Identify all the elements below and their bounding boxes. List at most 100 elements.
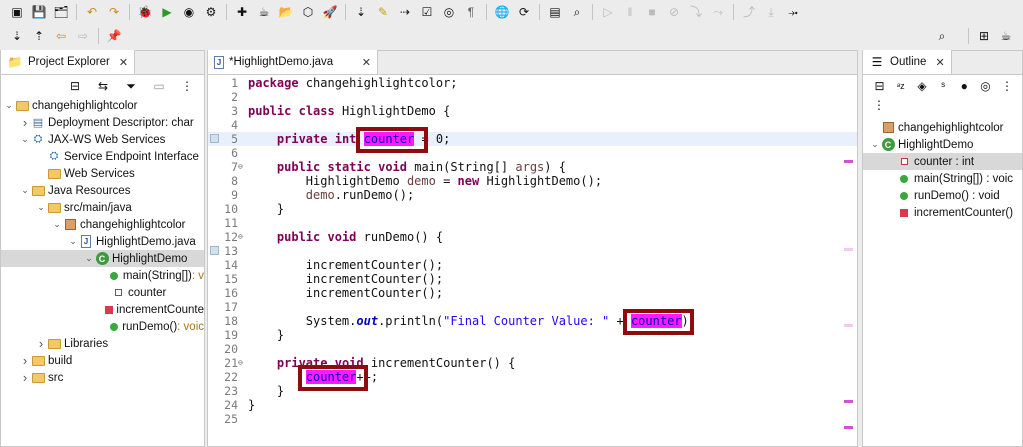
open-folder-icon[interactable]: 📂 [278, 4, 294, 20]
code-line[interactable]: 5 private int counter = 0; [208, 132, 857, 146]
code-line[interactable]: 7 ⊖ public static void main(String[] args… [208, 160, 857, 174]
code-line[interactable]: 19 } [208, 328, 857, 342]
tab-outline[interactable]: ☰ Outline ✕ [863, 50, 952, 74]
tree-item[interactable]: incrementCounter() [863, 204, 1022, 221]
toggle-breakpoint-icon[interactable]: ◎ [441, 4, 457, 20]
tree-item[interactable]: › build [1, 352, 204, 369]
view-menu-icon[interactable]: ⋮ [1001, 78, 1013, 94]
code-line[interactable]: 25 [208, 412, 857, 426]
tree-item[interactable]: incrementCounte [1, 301, 204, 318]
paragraph-icon[interactable]: ¶ [463, 4, 479, 20]
code-line[interactable]: 15 incrementCounter(); [208, 272, 857, 286]
code-line[interactable]: 16 incrementCounter(); [208, 286, 857, 300]
search-icon[interactable]: ⌕ [934, 28, 950, 44]
chevron-down-icon[interactable]: ⌄ [35, 202, 47, 213]
tree-item[interactable]: ⛭ Service Endpoint Interface [1, 148, 204, 165]
java-ee-perspective-icon[interactable]: ☕ [998, 28, 1014, 44]
close-icon[interactable]: ✕ [935, 56, 944, 69]
tree-item[interactable]: counter [1, 284, 204, 301]
code-line[interactable]: 18 System.out.println("Final Counter Val… [208, 314, 857, 328]
open-type-icon[interactable]: ⬡ [300, 4, 316, 20]
undo-icon[interactable]: ↶ [84, 4, 100, 20]
fold-toggle-icon[interactable]: ⊖ [238, 230, 246, 244]
step-into-icon[interactable]: ⤵ [688, 4, 704, 20]
code-line[interactable]: 9 demo.runDemo(); [208, 188, 857, 202]
tree-item[interactable]: ⌄ C HighlightDemo [863, 136, 1022, 153]
occurrence-marker[interactable] [844, 400, 853, 403]
chevron-down-icon[interactable]: ⌄ [869, 139, 881, 150]
forward-icon[interactable]: ⇨ [75, 28, 91, 44]
occurrence-marker[interactable] [844, 248, 853, 251]
step-icon[interactable]: ⇢ [397, 4, 413, 20]
pin-editor-icon[interactable]: 📌 [106, 28, 122, 44]
chevron-right-icon[interactable]: › [19, 370, 31, 385]
hide-local-types-icon[interactable]: ◎ [980, 78, 991, 94]
redo-icon[interactable]: ↷ [106, 4, 122, 20]
tree-item[interactable]: › src [1, 369, 204, 386]
highlighter-icon[interactable]: ✎ [375, 4, 391, 20]
tree-item[interactable]: changehighlightcolor [863, 119, 1022, 136]
next-edit-icon[interactable]: ⇣ [9, 28, 25, 44]
code-line[interactable]: 8 HighlightDemo demo = new HighlightDemo… [208, 174, 857, 188]
step-return-icon[interactable]: ⤴ [741, 4, 757, 20]
save-all-icon[interactable]: 🗂 [53, 4, 69, 20]
collapse-all-icon[interactable]: ⊟ [874, 78, 885, 94]
code-area[interactable]: 1 package changehighlightcolor; 2 3 public c… [208, 76, 857, 446]
launch-icon[interactable]: 🚀 [322, 4, 338, 20]
hide-fields-icon[interactable]: ◈ [916, 78, 927, 94]
hide-non-public-icon[interactable]: ● [959, 78, 970, 94]
code-line[interactable]: 11 [208, 216, 857, 230]
use-step-filters-icon[interactable]: ⤞ [785, 4, 801, 20]
collapse-all-icon[interactable]: ⊟ [67, 78, 83, 94]
sort-icon[interactable]: ᵃz [895, 78, 906, 94]
chevron-down-icon[interactable]: ⌄ [19, 134, 31, 145]
code-line[interactable]: 12 ⊖ public void runDemo() { [208, 230, 857, 244]
link-with-editor-icon[interactable]: ⇆ [95, 78, 111, 94]
new-java-project-icon[interactable]: ☕ [256, 4, 272, 20]
back-icon[interactable]: ⇦ [53, 28, 69, 44]
resume-icon[interactable]: ▷ [600, 4, 616, 20]
prev-edit-icon[interactable]: ⇡ [31, 28, 47, 44]
run-coverage-icon[interactable]: ◉ [181, 4, 197, 20]
external-tools-icon[interactable]: ⚙ [203, 4, 219, 20]
fold-toggle-icon[interactable]: ⊖ [238, 160, 246, 174]
console-icon[interactable]: ▤ [547, 4, 563, 20]
code-line[interactable]: 17 [208, 300, 857, 314]
web-browser-icon[interactable]: 🌐 [494, 4, 510, 20]
tree-item[interactable]: runDemo() : voic [1, 318, 204, 335]
code-line[interactable]: 20 [208, 342, 857, 356]
chevron-down-icon[interactable]: ⌄ [51, 219, 63, 230]
step-over-icon[interactable]: ⤳ [710, 4, 726, 20]
tree-item[interactable]: counter : int [863, 153, 1022, 170]
occurrence-marker[interactable] [844, 426, 853, 429]
chevron-down-icon[interactable]: ⌄ [19, 185, 31, 196]
filter-icon[interactable]: ⏷ [123, 78, 139, 94]
terminate-icon[interactable]: ■ [644, 4, 660, 20]
chevron-right-icon[interactable]: › [35, 336, 47, 351]
save-icon[interactable]: 💾 [31, 4, 47, 20]
chevron-right-icon[interactable]: › [19, 115, 31, 130]
run-last-icon[interactable]: ⟳ [516, 4, 532, 20]
tree-item[interactable]: › ▤ Deployment Descriptor: char [1, 114, 204, 131]
chevron-down-icon[interactable]: ⌄ [67, 236, 79, 247]
new-icon[interactable]: ▣ [9, 4, 25, 20]
tree-item[interactable]: ⌄ Java Resources [1, 182, 204, 199]
code-line[interactable]: 4 [208, 118, 857, 132]
code-line[interactable]: 24} [208, 398, 857, 412]
new-wizard-icon[interactable]: ✚ [234, 4, 250, 20]
view-menu-icon[interactable]: ⋮ [179, 78, 195, 94]
chevron-down-icon[interactable]: ⌄ [3, 100, 15, 111]
minimize-icon[interactable]: ▭ [151, 78, 167, 94]
occurrence-marker[interactable] [844, 160, 853, 163]
code-line[interactable]: 13 [208, 244, 857, 258]
code-line[interactable]: 14 incrementCounter(); [208, 258, 857, 272]
run-icon[interactable]: ▶ [159, 4, 175, 20]
close-icon[interactable]: ✕ [362, 56, 371, 69]
fold-toggle-icon[interactable]: ⊖ [238, 356, 246, 370]
chevron-right-icon[interactable]: › [19, 353, 31, 368]
code-line[interactable]: 1 package changehighlightcolor; [208, 76, 857, 90]
open-task-icon[interactable]: ☑ [419, 4, 435, 20]
disconnect-icon[interactable]: ⊘ [666, 4, 682, 20]
code-line[interactable]: 6 [208, 146, 857, 160]
code-line[interactable]: 10 } [208, 202, 857, 216]
